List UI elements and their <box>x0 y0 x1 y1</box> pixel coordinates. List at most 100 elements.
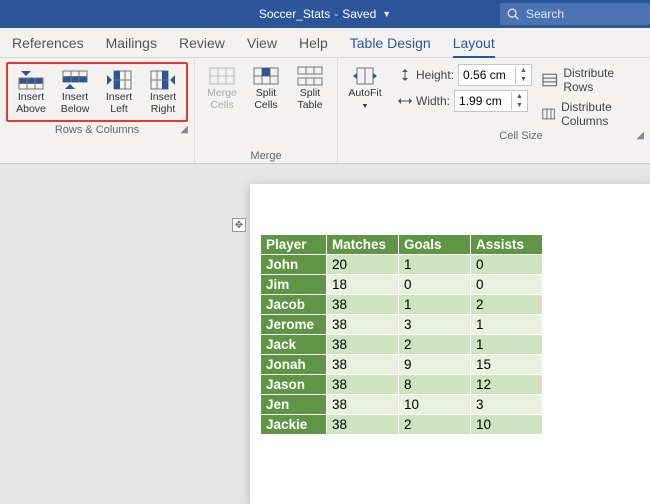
row-height-control: Height: ▲▼ <box>398 64 532 86</box>
cell-assists[interactable]: 0 <box>471 275 543 295</box>
tab-review[interactable]: Review <box>179 35 225 51</box>
table-row[interactable]: Jerome3831 <box>261 315 543 335</box>
table-row[interactable]: Jackie38210 <box>261 415 543 435</box>
insert-left-label: Insert Left <box>98 91 140 115</box>
tab-help[interactable]: Help <box>299 35 328 51</box>
cell-player[interactable]: Jen <box>261 395 327 415</box>
cell-assists[interactable]: 1 <box>471 335 543 355</box>
cell-assists[interactable]: 0 <box>471 255 543 275</box>
tab-references[interactable]: References <box>12 35 84 51</box>
table-row[interactable]: Jason38812 <box>261 375 543 395</box>
height-value[interactable] <box>459 68 515 82</box>
cell-player[interactable]: John <box>261 255 327 275</box>
insert-above-label: Insert Above <box>10 91 52 115</box>
cell-goals[interactable]: 3 <box>399 315 471 335</box>
autofit-button[interactable]: AutoFit▼ <box>344 62 386 114</box>
title-dropdown-icon[interactable]: ▼ <box>382 9 391 19</box>
title-bar: Soccer_Stats - Saved ▼ Search <box>0 0 650 28</box>
height-icon <box>398 69 412 81</box>
height-input[interactable]: ▲▼ <box>458 64 532 86</box>
cell-matches[interactable]: 38 <box>327 315 399 335</box>
page: Player Matches Goals Assists John2010Jim… <box>250 184 650 504</box>
height-spinner-down[interactable]: ▼ <box>516 75 531 84</box>
table-row[interactable]: Jen38103 <box>261 395 543 415</box>
file-name: Soccer_Stats <box>259 7 330 21</box>
tab-layout[interactable]: Layout <box>453 35 495 58</box>
cell-matches[interactable]: 38 <box>327 335 399 355</box>
insert-below-button[interactable]: Insert Below <box>54 66 96 118</box>
tab-view[interactable]: View <box>247 35 277 51</box>
merge-cells-label: Merge Cells <box>201 87 243 111</box>
cell-player[interactable]: Jack <box>261 335 327 355</box>
distribute-rows-label: Distribute Rows <box>563 66 644 94</box>
table-row[interactable]: Jacob3812 <box>261 295 543 315</box>
cell-matches[interactable]: 20 <box>327 255 399 275</box>
split-cells-button[interactable]: Split Cells <box>245 62 287 114</box>
width-value[interactable] <box>455 94 511 108</box>
insert-below-icon <box>61 69 89 91</box>
table-move-handle[interactable] <box>232 218 246 232</box>
cell-player[interactable]: Jerome <box>261 315 327 335</box>
header-matches[interactable]: Matches <box>327 235 399 255</box>
distribute-rows-button[interactable]: Distribute Rows <box>542 66 644 94</box>
cell-assists[interactable]: 15 <box>471 355 543 375</box>
split-table-button[interactable]: Split Table <box>289 62 331 114</box>
insert-left-button[interactable]: Insert Left <box>98 66 140 118</box>
table-row[interactable]: Jonah38915 <box>261 355 543 375</box>
width-spinner-up[interactable]: ▲ <box>512 92 527 101</box>
header-player[interactable]: Player <box>261 235 327 255</box>
cell-matches[interactable]: 38 <box>327 355 399 375</box>
cell-matches[interactable]: 38 <box>327 295 399 315</box>
tab-table-design[interactable]: Table Design <box>350 35 431 51</box>
dialog-launcher-icon[interactable]: ◢ <box>180 124 188 135</box>
distribute-columns-button[interactable]: Distribute Columns <box>542 100 644 128</box>
cell-assists[interactable]: 2 <box>471 295 543 315</box>
search-box[interactable]: Search <box>500 3 650 25</box>
dialog-launcher-icon[interactable]: ◢ <box>636 130 644 141</box>
cell-assists[interactable]: 3 <box>471 395 543 415</box>
cell-matches[interactable]: 38 <box>327 395 399 415</box>
split-table-icon <box>296 65 324 87</box>
height-spinner-up[interactable]: ▲ <box>516 66 531 75</box>
insert-right-button[interactable]: Insert Right <box>142 66 184 118</box>
autofit-icon <box>351 65 379 87</box>
cell-matches[interactable]: 38 <box>327 375 399 395</box>
save-status: Saved <box>342 7 376 21</box>
cell-goals[interactable]: 2 <box>399 335 471 355</box>
cell-goals[interactable]: 1 <box>399 295 471 315</box>
column-width-control: Width: ▲▼ <box>398 90 532 112</box>
table-row[interactable]: Jim1800 <box>261 275 543 295</box>
cell-matches[interactable]: 38 <box>327 415 399 435</box>
cell-player[interactable]: Jackie <box>261 415 327 435</box>
height-label: Height: <box>416 68 454 82</box>
width-spinner-down[interactable]: ▼ <box>512 101 527 110</box>
cell-goals[interactable]: 1 <box>399 255 471 275</box>
stats-table[interactable]: Player Matches Goals Assists John2010Jim… <box>260 234 543 435</box>
cell-goals[interactable]: 8 <box>399 375 471 395</box>
tab-mailings[interactable]: Mailings <box>106 35 157 51</box>
cell-player[interactable]: Jason <box>261 375 327 395</box>
cell-goals[interactable]: 2 <box>399 415 471 435</box>
cell-player[interactable]: Jim <box>261 275 327 295</box>
header-assists[interactable]: Assists <box>471 235 543 255</box>
header-goals[interactable]: Goals <box>399 235 471 255</box>
group-cell-size: Height: ▲▼ Width: ▲▼ <box>392 58 650 163</box>
cell-player[interactable]: Jacob <box>261 295 327 315</box>
cell-assists[interactable]: 12 <box>471 375 543 395</box>
table-row[interactable]: Jack3821 <box>261 335 543 355</box>
table-row[interactable]: John2010 <box>261 255 543 275</box>
document-title: Soccer_Stats - Saved ▼ <box>259 7 391 21</box>
split-table-label: Split Table <box>289 87 331 111</box>
distribute-rows-icon <box>542 73 557 87</box>
cell-assists[interactable]: 1 <box>471 315 543 335</box>
insert-right-label: Insert Right <box>142 91 184 115</box>
cell-goals[interactable]: 9 <box>399 355 471 375</box>
cell-player[interactable]: Jonah <box>261 355 327 375</box>
cell-goals[interactable]: 10 <box>399 395 471 415</box>
distribute-columns-icon <box>542 107 555 121</box>
cell-matches[interactable]: 18 <box>327 275 399 295</box>
cell-assists[interactable]: 10 <box>471 415 543 435</box>
insert-above-button[interactable]: Insert Above <box>10 66 52 118</box>
cell-goals[interactable]: 0 <box>399 275 471 295</box>
width-input[interactable]: ▲▼ <box>454 90 528 112</box>
